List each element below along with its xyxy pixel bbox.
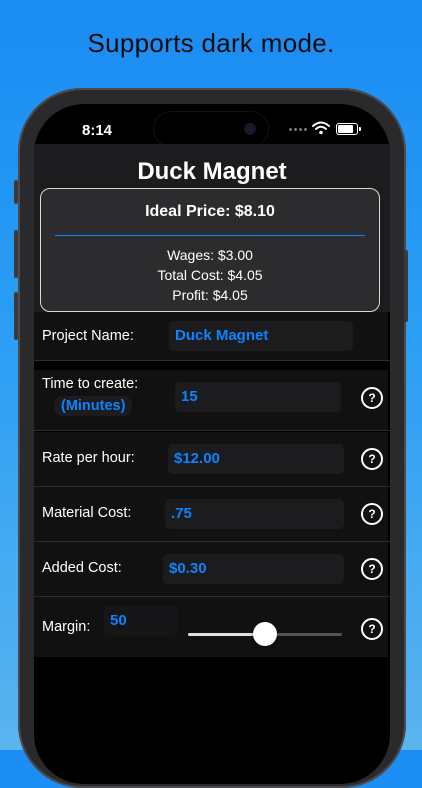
added-cost-row: Added Cost: $0.30 ? (34, 542, 390, 597)
dynamic-island (154, 112, 268, 146)
margin-help-icon[interactable]: ? (361, 618, 383, 640)
marketing-caption: Supports dark mode. (87, 28, 335, 58)
margin-row: Margin: 50 ? (34, 597, 390, 657)
margin-slider[interactable] (188, 622, 342, 646)
phone-screen: 8:14 Duck Magnet Ideal Price: $8.10 Wage… (34, 104, 390, 784)
price-summary-card: Ideal Price: $8.10 Wages: $3.00 Total Co… (40, 188, 380, 312)
cellular-signal-icon (289, 128, 307, 131)
project-name-row: Project Name: Duck Magnet (34, 312, 390, 361)
added-cost-input[interactable]: $0.30 (163, 554, 344, 584)
margin-input[interactable]: 50 (104, 606, 178, 636)
material-cost-label: Material Cost: (42, 505, 132, 521)
profit-value: Profit: $4.05 (172, 287, 248, 303)
page-title: Duck Magnet (137, 158, 287, 185)
side-button-volume-down (14, 292, 18, 340)
side-button-volume-up (14, 230, 18, 278)
time-to-create-row: Time to create: (Minutes) 15 ? (34, 370, 390, 431)
wifi-icon (312, 121, 330, 135)
added-cost-label: Added Cost: (42, 560, 122, 576)
rate-per-hour-label: Rate per hour: (42, 450, 135, 466)
app-header: Duck Magnet Ideal Price: $8.10 Wages: $3… (34, 144, 390, 312)
time-help-icon[interactable]: ? (361, 387, 383, 409)
rate-help-icon[interactable]: ? (361, 448, 383, 470)
summary-divider (55, 235, 365, 236)
material-cost-input[interactable]: .75 (165, 499, 344, 529)
battery-icon (336, 123, 361, 135)
project-name-label: Project Name: (42, 328, 134, 344)
material-cost-row: Material Cost: .75 ? (34, 487, 390, 542)
project-name-input[interactable]: Duck Magnet (169, 321, 353, 351)
wages-value: Wages: $3.00 (167, 247, 253, 263)
rate-per-hour-input[interactable]: $12.00 (168, 444, 344, 474)
time-to-create-label: Time to create: (42, 376, 139, 392)
margin-slider-thumb[interactable] (253, 622, 277, 646)
ideal-price: Ideal Price: $8.10 (145, 203, 275, 220)
status-time: 8:14 (82, 122, 113, 139)
added-help-icon[interactable]: ? (361, 558, 383, 580)
time-to-create-input[interactable]: 15 (175, 382, 341, 412)
rate-per-hour-row: Rate per hour: $12.00 ? (34, 432, 390, 487)
material-help-icon[interactable]: ? (361, 503, 383, 525)
side-button-power (404, 250, 408, 322)
camera-icon (244, 123, 256, 135)
total-cost-value: Total Cost: $4.05 (157, 267, 263, 283)
side-button-action (14, 180, 18, 204)
minutes-unit-button[interactable]: (Minutes) (54, 396, 133, 416)
margin-label: Margin: (42, 619, 91, 635)
